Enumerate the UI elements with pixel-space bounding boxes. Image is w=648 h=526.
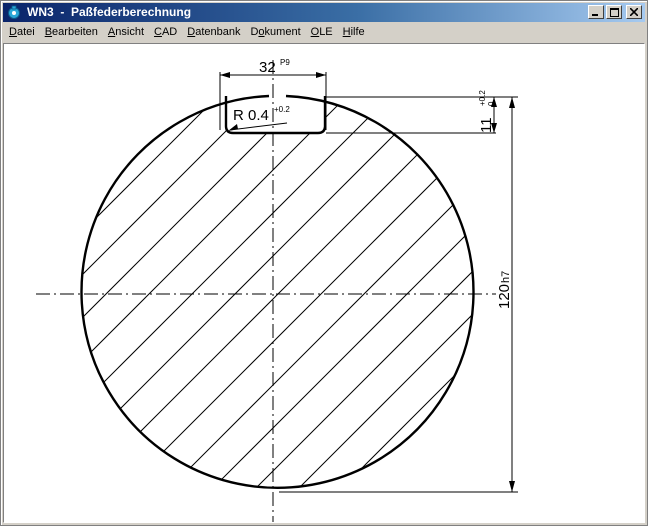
drawing-canvas[interactable]: 32 P9 R 0.4 +0.2 11 +0.2 0 120 h7: [3, 43, 645, 523]
hatch-line: [133, 96, 474, 488]
radius-label: R 0.4: [233, 107, 269, 124]
maximize-icon: [609, 7, 619, 17]
menu-hilfe[interactable]: Hilfe: [338, 24, 370, 41]
diameter-arrow-bottom: [509, 481, 515, 492]
window-title: WN3 - Paßfederberechnung: [27, 5, 192, 19]
key-width-arrow-left: [220, 72, 230, 78]
hatch-line: [81, 96, 400, 488]
menu-bar: Datei Bearbeiten Ansicht CAD Datenbank Dokume…: [3, 23, 645, 42]
hatch-line: [81, 96, 443, 488]
hatch-line: [81, 96, 185, 488]
hatch-line: [305, 96, 474, 488]
depth-tolerance-lower: 0: [487, 101, 496, 106]
menu-ansicht[interactable]: Ansicht: [103, 24, 149, 41]
depth-value: 11: [478, 117, 495, 133]
title-bar[interactable]: WN3 - Paßfederberechnung: [3, 3, 645, 22]
hatch-line: [521, 44, 644, 522]
shaft-outline: [80, 94, 475, 489]
menu-ole[interactable]: OLE: [306, 24, 338, 41]
diameter-arrow-top: [509, 97, 515, 108]
menu-datei[interactable]: Datei: [3, 24, 40, 41]
minimize-button[interactable]: [588, 5, 604, 19]
key-width-tolerance: P9: [280, 58, 290, 67]
radius-tolerance: +0.2: [274, 105, 290, 114]
close-button[interactable]: [626, 5, 642, 19]
minimize-icon: [592, 14, 598, 16]
hatch-line: [607, 44, 644, 522]
maximize-button[interactable]: [606, 5, 622, 19]
app-icon[interactable]: [7, 5, 21, 19]
key-width-arrow-right: [316, 72, 326, 78]
menu-bearbeiten[interactable]: Bearbeiten: [40, 24, 103, 41]
close-icon: [630, 8, 638, 16]
window-controls: [588, 5, 642, 19]
key-width-value: 32: [259, 59, 276, 76]
menu-datenbank[interactable]: Datenbank: [182, 24, 245, 41]
menu-cad[interactable]: CAD: [149, 24, 182, 41]
menu-dokument[interactable]: Dokument: [245, 24, 305, 41]
hatch-line: [434, 96, 474, 488]
depth-tolerance-upper: +0.2: [478, 90, 487, 106]
hatch-line: [564, 44, 644, 522]
diameter-value: 120: [496, 284, 513, 309]
hatch-line: [391, 96, 474, 488]
diameter-tolerance: h7: [500, 271, 512, 283]
shaft-key-drawing: 32 P9 R 0.4 +0.2 11 +0.2 0 120 h7: [36, 44, 644, 522]
app-window: WN3 - Paßfederberechnung Datei Bearbeiten…: [0, 0, 648, 526]
